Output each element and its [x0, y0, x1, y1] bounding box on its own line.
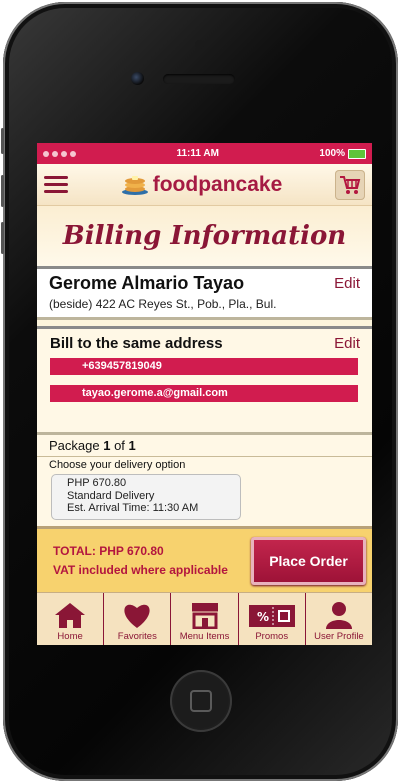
tab-user-profile-label: User Profile [314, 631, 364, 642]
app-header: foodpancake [37, 164, 372, 206]
mute-switch[interactable] [1, 128, 4, 154]
brand-logo: foodpancake [121, 172, 283, 197]
status-bar: 11:11 AM 100% [37, 143, 372, 164]
recipient-name: Gerome Almario Tayao [49, 273, 245, 293]
brand-name: foodpancake [152, 172, 283, 196]
pancake-logo-icon [121, 175, 148, 195]
battery-level: 100% [319, 148, 345, 159]
menu-icon[interactable] [44, 176, 68, 193]
package-section: Package 1 of 1 Choose your delivery opti… [37, 435, 372, 526]
heart-icon [124, 604, 150, 628]
bottom-tab-bar: Home Favorites Menu Items % Promos User … [37, 592, 372, 645]
delivery-address-section: Gerome Almario Tayao (beside) 422 AC Rey… [37, 266, 372, 320]
proximity-sensor [195, 40, 204, 49]
tab-favorites-label: Favorites [117, 631, 157, 642]
home-button[interactable] [170, 670, 232, 732]
volume-up-button[interactable] [1, 175, 4, 207]
volume-down-button[interactable] [1, 222, 4, 254]
package-header: Package 1 of 1 [37, 435, 372, 457]
tab-user-profile[interactable]: User Profile [306, 593, 372, 645]
svg-text:%: % [257, 610, 269, 624]
ticket-icon: % [248, 605, 295, 627]
front-camera [131, 72, 144, 85]
package-total: 1 [128, 438, 136, 453]
package-index: 1 [103, 438, 111, 453]
user-icon [325, 602, 352, 629]
tab-menu-items-label: Menu Items [179, 631, 230, 642]
page-title: Billing Information [62, 221, 347, 251]
email-field[interactable]: tayao.gerome.a@gmail.com [50, 385, 358, 402]
tab-promos[interactable]: % Promos [239, 593, 306, 645]
vat-note: VAT included where applicable [53, 562, 228, 577]
tab-home-label: Home [57, 631, 83, 642]
store-icon [191, 603, 218, 629]
place-order-button[interactable]: Place Order [251, 536, 366, 585]
battery-icon [347, 148, 366, 159]
cart-button[interactable] [335, 169, 365, 200]
order-summary-bar: TOTAL: PHP 670.80 VAT included where app… [37, 526, 372, 592]
package-label: Package [49, 438, 100, 453]
option-eta: Est. Arrival Time: 11:30 AM [67, 502, 199, 514]
tab-home[interactable]: Home [37, 593, 105, 645]
page-title-bar: Billing Information [37, 206, 372, 266]
delivery-option-card[interactable]: PHP 670.80 Standard Delivery Est. Arriva… [51, 474, 241, 520]
earpiece-speaker [163, 74, 235, 84]
tab-menu-items[interactable]: Menu Items [171, 593, 239, 645]
tab-promos-label: Promos [255, 631, 289, 642]
signal-icon [43, 150, 76, 157]
order-total: TOTAL: PHP 670.80 [53, 543, 164, 558]
billing-section: Bill to the same address Edit +639457819… [37, 326, 372, 435]
option-price: PHP 670.80 [67, 477, 127, 489]
app-screen: 11:11 AM 100% foodpancake Billing Inform… [37, 143, 372, 645]
edit-billing-button[interactable]: Edit [334, 335, 360, 352]
edit-address-button[interactable]: Edit [334, 275, 360, 292]
status-time: 11:11 AM [176, 148, 219, 159]
address-line: (beside) 422 AC Reyes St., Pob., Pla., B… [49, 297, 277, 311]
phone-field[interactable]: +639457819049 [50, 358, 358, 375]
home-icon [55, 603, 86, 628]
option-type: Standard Delivery [67, 489, 155, 502]
delivery-prompt: Choose your delivery option [49, 459, 186, 471]
tab-favorites[interactable]: Favorites [104, 593, 172, 645]
cart-icon [340, 175, 361, 194]
billing-title: Bill to the same address [50, 335, 223, 352]
package-of: of [114, 438, 125, 453]
